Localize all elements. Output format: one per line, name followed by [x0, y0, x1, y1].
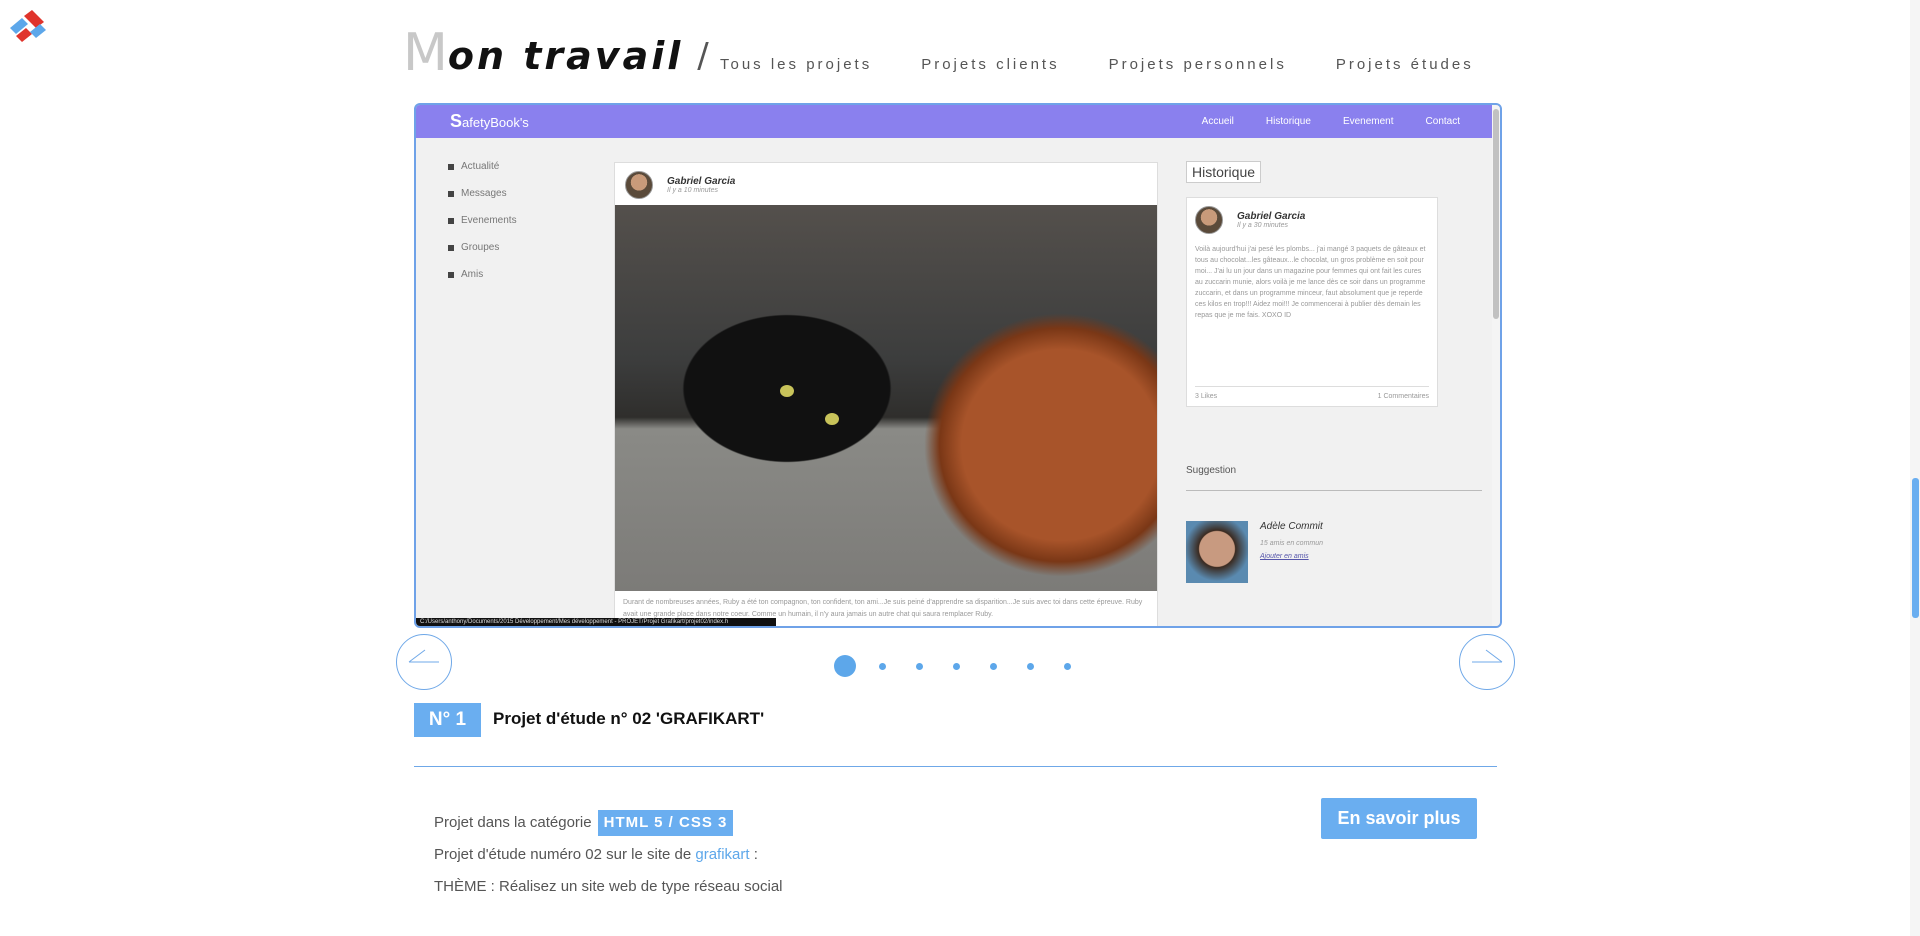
carousel-next-button[interactable] — [1459, 634, 1515, 690]
suggestion-item: Adèle Commit 15 amis en commun Ajouter e… — [1186, 521, 1456, 583]
carousel-dot[interactable] — [990, 662, 997, 670]
title-first-letter: M — [403, 23, 448, 83]
preview-sidebar: Actualité Messages Evenements Groupes Am… — [448, 161, 517, 296]
preview-sidebar-item: Evenements — [448, 215, 517, 226]
logo-icon[interactable] — [2, 6, 52, 48]
cat-shape — [655, 295, 895, 465]
avatar — [625, 171, 653, 199]
preview-header: SafetyBook's Accueil Historique Evenemen… — [416, 105, 1500, 138]
post-header: Gabriel Garcia Il y a 10 minutes — [615, 163, 1157, 207]
project-preview-frame: SafetyBook's Accueil Historique Evenemen… — [414, 103, 1502, 628]
calendar-icon — [448, 217, 454, 224]
post-photo — [615, 205, 1157, 591]
carousel-prev-button[interactable] — [396, 634, 452, 690]
dog-shape — [905, 295, 1157, 591]
project-info: Projet dans la catégorie HTML 5 / CSS 3 … — [434, 807, 783, 903]
description-prefix: Projet d'étude numéro 02 sur le site de — [434, 846, 692, 863]
nav-all-projects[interactable]: Tous les projets — [720, 56, 872, 73]
scrollbar-thumb[interactable] — [1912, 478, 1919, 618]
status-url: C:/Users/anthony/Documents/2015 Développ… — [416, 618, 776, 626]
arrow-left-icon — [408, 649, 439, 663]
friends-icon — [448, 271, 454, 278]
preview-nav-item: Evenement — [1342, 116, 1394, 127]
arrow-right-icon — [1472, 649, 1503, 663]
category-badge: HTML 5 / CSS 3 — [597, 810, 734, 836]
carousel-dot[interactable] — [1027, 662, 1034, 670]
preview-post: Gabriel Garcia Il y a 10 minutes Durant d… — [614, 162, 1158, 626]
history-author: Gabriel Garcia Il y a 30 minutes — [1237, 211, 1306, 229]
preview-nav-item: Historique — [1265, 116, 1311, 127]
message-icon — [448, 190, 454, 197]
nav-personal-projects[interactable]: Projets personnels — [1109, 56, 1287, 73]
carousel-dot[interactable] — [879, 662, 886, 670]
category-prefix: Projet dans la catégorie — [434, 814, 592, 831]
project-title: Projet d'étude n° 02 'GRAFIKART' — [493, 709, 765, 728]
description-line: Projet d'étude numéro 02 sur le site de … — [434, 839, 783, 871]
suggestion-title: Suggestion — [1186, 465, 1482, 491]
carousel-dot[interactable] — [953, 662, 960, 670]
learn-more-button[interactable]: En savoir plus — [1321, 798, 1477, 839]
cat-eye — [825, 413, 839, 425]
suggestion-info: Adèle Commit 15 amis en commun Ajouter e… — [1260, 521, 1324, 560]
preview-right-column: Historique Gabriel Garcia Il y a 30 minut… — [1186, 161, 1482, 583]
preview-brand: SafetyBook's — [450, 111, 529, 131]
title-slash: / — [697, 36, 709, 76]
history-card: Gabriel Garcia Il y a 30 minutes Voilà au… — [1186, 197, 1438, 407]
page-title: M on travail / — [403, 23, 709, 83]
cat-eye — [780, 385, 794, 397]
preview-sidebar-item: Groupes — [448, 242, 517, 253]
preview-nav-item: Accueil — [1201, 116, 1234, 127]
history-text: Voilà aujourd'hui j'ai pesé les plombs..… — [1195, 246, 1426, 319]
likes-count: 3 Likes — [1195, 393, 1218, 400]
carousel-dot[interactable] — [916, 662, 923, 670]
description-suffix: : — [753, 846, 758, 863]
group-icon — [448, 244, 454, 251]
history-button: Historique — [1186, 161, 1262, 183]
carousel-dot[interactable] — [1064, 662, 1071, 670]
preview-nav-item: Contact — [1425, 116, 1460, 127]
preview-sidebar-item: Actualité — [448, 161, 517, 172]
avatar — [1195, 206, 1223, 234]
theme-line: THÈME : Réalisez un site web de type rés… — [434, 878, 783, 895]
comments-count: 1 Commentaires — [1377, 393, 1429, 400]
grafikart-link[interactable]: grafikart — [695, 846, 749, 863]
preview-scrollbar — [1492, 105, 1500, 626]
nav-client-projects[interactable]: Projets clients — [921, 56, 1059, 73]
page-scrollbar[interactable] — [1910, 0, 1920, 936]
carousel-dot[interactable] — [834, 655, 856, 677]
project-filter-nav: Tous les projets Projets clients Projets… — [720, 56, 1474, 73]
history-footer: 3 Likes 1 Commentaires — [1195, 386, 1429, 400]
preview-sidebar-item: Messages — [448, 188, 517, 199]
project-number-badge: N° 1 — [414, 703, 481, 737]
preview-nav: Accueil Historique Evenement Contact — [1170, 116, 1460, 127]
preview-sidebar-item: Amis — [448, 269, 517, 280]
nav-study-projects[interactable]: Projets études — [1336, 56, 1474, 73]
suggestion-photo — [1186, 521, 1248, 583]
carousel-dots — [834, 655, 1101, 677]
divider — [414, 766, 1497, 767]
category-line: Projet dans la catégorie HTML 5 / CSS 3 — [434, 807, 783, 839]
post-author: Gabriel Garcia Il y a 10 minutes — [667, 176, 736, 194]
home-icon — [448, 163, 454, 170]
title-text: on travail — [447, 34, 684, 78]
